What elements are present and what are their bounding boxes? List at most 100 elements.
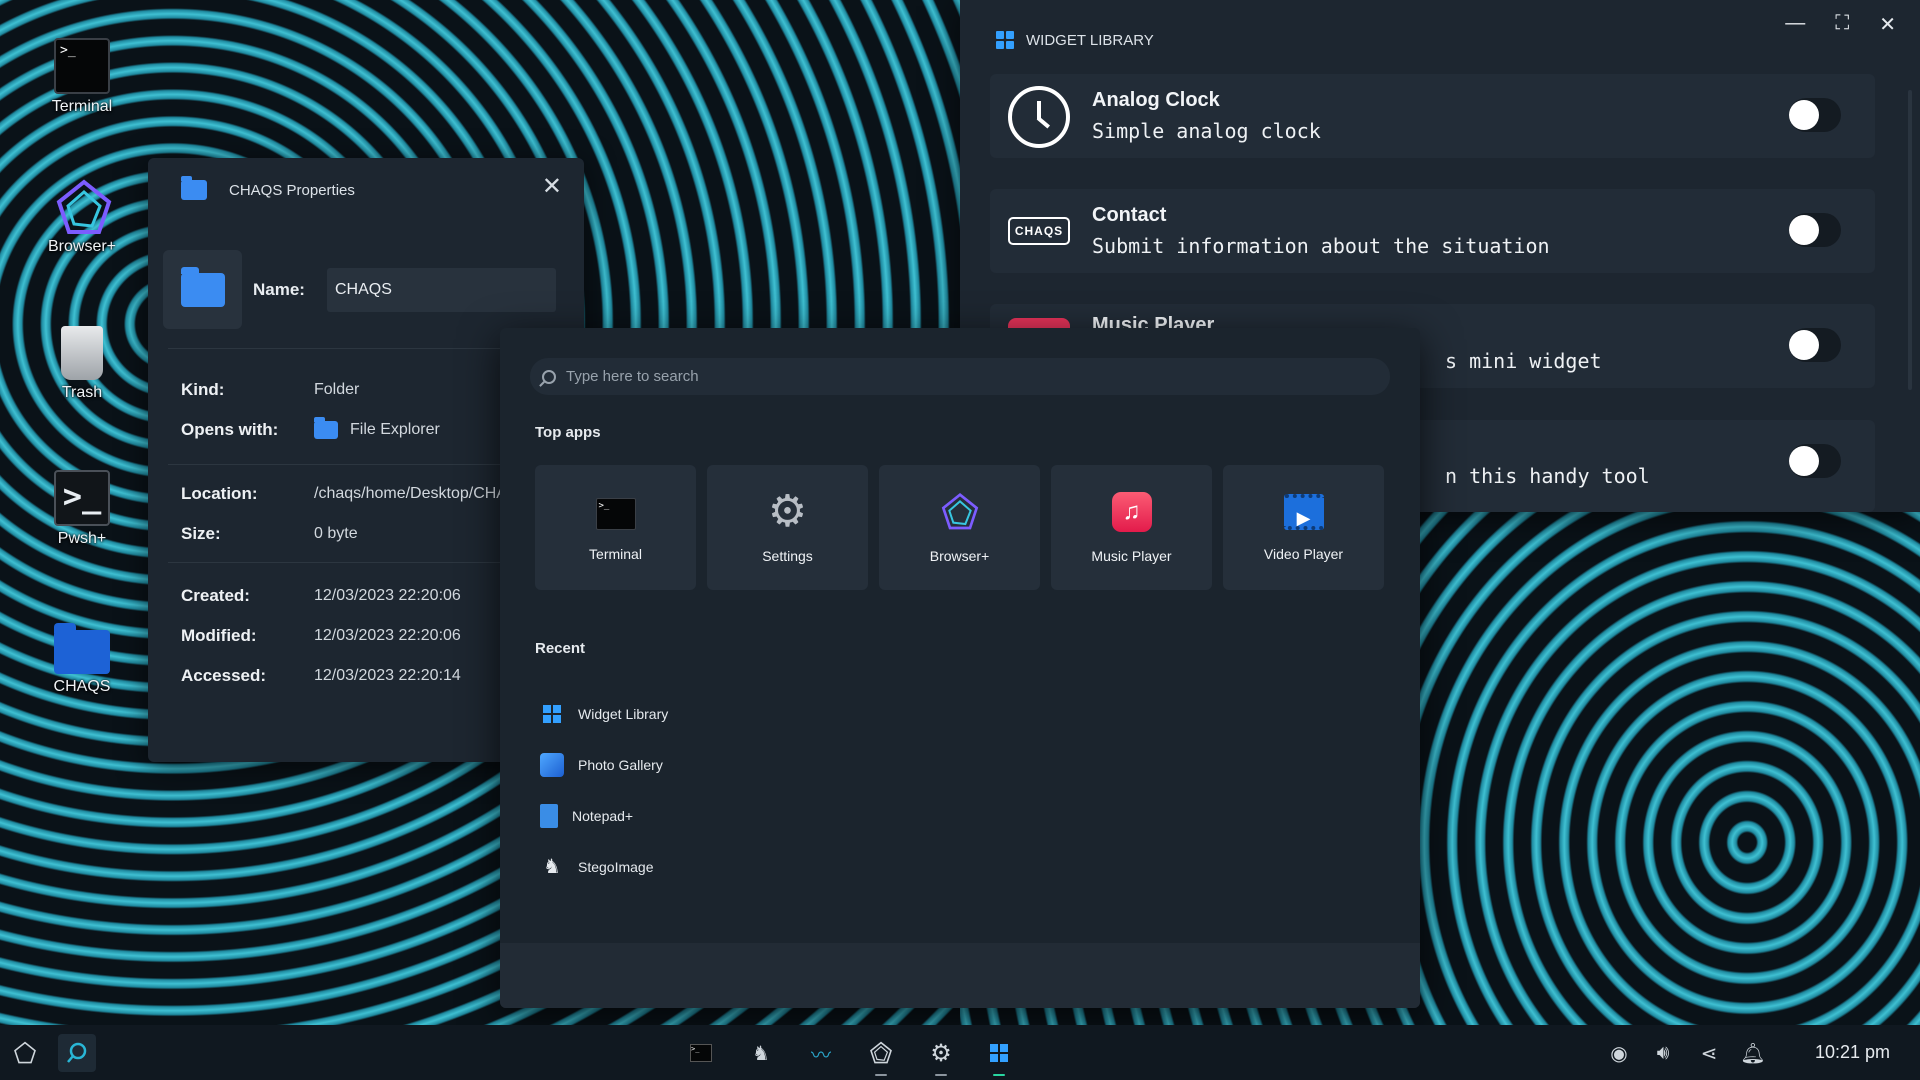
- desktop-icon-pwsh[interactable]: >_ Pwsh+: [30, 470, 134, 548]
- terminal-icon: >_: [54, 38, 110, 94]
- name-field[interactable]: [326, 267, 556, 312]
- widget-toggle[interactable]: [1789, 213, 1841, 247]
- taskbar-browser[interactable]: [862, 1034, 900, 1076]
- app-tile-music-player[interactable]: ♫ Music Player: [1051, 465, 1212, 590]
- active-indicator: [993, 1074, 1005, 1076]
- modified-label: Modified:: [181, 626, 257, 645]
- scrollbar[interactable]: [1908, 90, 1912, 390]
- photo-icon: 〰: [811, 1044, 831, 1067]
- taskbar-clock[interactable]: 10:21 pm: [1815, 1042, 1890, 1063]
- music-icon: ♫: [1111, 491, 1152, 532]
- recent-item-stegoimage[interactable]: ♞ StegoImage: [540, 841, 1380, 892]
- camera-icon: ◉: [1610, 1042, 1628, 1065]
- modified-value: 12/03/2023 22:20:06: [314, 627, 461, 644]
- browser-icon: [870, 1041, 892, 1064]
- taskbar-settings[interactable]: ⚙: [922, 1034, 960, 1076]
- search-icon: [67, 1042, 87, 1063]
- widget-toggle[interactable]: [1789, 444, 1841, 478]
- clock-icon: [1008, 86, 1070, 148]
- gear-icon: ⚙: [930, 1039, 952, 1067]
- widget-card-analog-clock: Analog Clock Simple analog clock: [990, 74, 1875, 158]
- kind-row: Kind: Folder: [181, 380, 359, 400]
- widget-library-titlebar: WIDGET LIBRARY: [996, 31, 1154, 49]
- browser-icon: [940, 492, 980, 532]
- widget-icon: [996, 31, 1014, 49]
- file-explorer-icon: [314, 417, 338, 439]
- bell-icon: 🔔︎: [1740, 1042, 1766, 1065]
- widget-card-contact: CHAQS Contact Submit information about t…: [990, 189, 1875, 273]
- taskbar-stegoimage[interactable]: ♞: [742, 1034, 780, 1072]
- folder-icon: [180, 266, 225, 307]
- app-tile-video-player[interactable]: ▶ Video Player: [1223, 465, 1384, 590]
- properties-titlebar: CHAQS Properties: [181, 176, 355, 200]
- photo-icon: [540, 752, 564, 777]
- recent-item-widget-library[interactable]: Widget Library: [540, 688, 1380, 739]
- volume-button[interactable]: 🔊︎: [1644, 1034, 1682, 1072]
- taskbar-widget-library[interactable]: [980, 1034, 1018, 1076]
- search-icon: [542, 369, 556, 384]
- app-label: Terminal: [589, 545, 642, 562]
- stego-icon: ♞: [752, 1042, 770, 1065]
- accessed-value: 12/03/2023 22:20:14: [314, 667, 461, 684]
- running-indicator: [875, 1074, 887, 1076]
- desktop-icon-browser[interactable]: Browser+: [30, 178, 134, 256]
- created-row: Created: 12/03/2023 22:20:06: [181, 586, 461, 606]
- widget-icon: [540, 702, 564, 726]
- share-button[interactable]: ⋖: [1690, 1034, 1728, 1072]
- location-label: Location:: [181, 484, 258, 503]
- folder-icon: [54, 623, 110, 674]
- app-label: Settings: [762, 547, 813, 564]
- opens-with-value: File Explorer: [314, 417, 440, 440]
- os-logo-icon: [14, 1041, 36, 1064]
- maximize-button[interactable]: ⛶: [1835, 12, 1849, 37]
- recent-item-label: Notepad+: [572, 807, 634, 824]
- location-value: /chaqs/home/Desktop/CHAQS: [314, 485, 531, 502]
- desktop-icon-label: Pwsh+: [57, 530, 107, 547]
- folder-icon: [181, 176, 207, 200]
- notifications-button[interactable]: 🔔︎: [1734, 1034, 1772, 1072]
- search-input[interactable]: [566, 368, 1346, 385]
- widget-toggle[interactable]: [1789, 328, 1841, 362]
- size-value: 0 byte: [314, 525, 358, 542]
- created-label: Created:: [181, 586, 250, 605]
- search-bar[interactable]: [530, 358, 1390, 395]
- start-menu-footer: [500, 943, 1420, 1008]
- size-row: Size: 0 byte: [181, 524, 358, 544]
- volume-icon: 🔊︎: [1656, 1041, 1670, 1064]
- start-menu: Top apps >_ Terminal ⚙ Settings Browser+…: [500, 328, 1420, 1008]
- app-tile-terminal[interactable]: >_ Terminal: [535, 465, 696, 590]
- folder-preview: [163, 250, 242, 329]
- top-apps-grid: >_ Terminal ⚙ Settings Browser+ ♫ Music …: [535, 465, 1384, 590]
- widget-toggle[interactable]: [1789, 98, 1841, 132]
- desktop-icon-label: Terminal: [51, 98, 113, 115]
- recent-item-label: Photo Gallery: [578, 756, 663, 773]
- share-icon: ⋖: [1700, 1042, 1718, 1065]
- recent-item-notepad[interactable]: Notepad+: [540, 790, 1380, 841]
- pwsh-icon: >_: [54, 470, 110, 526]
- camera-button[interactable]: ◉: [1600, 1034, 1638, 1072]
- taskbar-terminal[interactable]: >_: [682, 1034, 720, 1072]
- close-button[interactable]: ✕: [542, 172, 562, 201]
- taskbar: >_ ♞ 〰 ⚙ ◉ 🔊︎ ⋖ 🔔︎ 10:21 pm: [0, 1025, 1920, 1080]
- opens-with-row: Opens with: File Explorer: [181, 417, 440, 440]
- chaqs-logo-icon: CHAQS: [1008, 217, 1070, 245]
- search-button[interactable]: [58, 1034, 96, 1072]
- opens-with-app: File Explorer: [350, 421, 440, 438]
- close-button[interactable]: ✕: [1879, 12, 1896, 37]
- widget-description: Submit information about the situation: [1092, 234, 1550, 258]
- app-tile-browser[interactable]: Browser+: [879, 465, 1040, 590]
- desktop-icon-trash[interactable]: Trash: [30, 326, 134, 402]
- desktop-icon-chaqs[interactable]: CHAQS: [30, 620, 134, 696]
- accessed-label: Accessed:: [181, 666, 267, 685]
- app-tile-settings[interactable]: ⚙ Settings: [707, 465, 868, 590]
- desktop-icon-label: Trash: [61, 384, 103, 401]
- opens-with-label: Opens with:: [181, 420, 279, 439]
- recent-item-photo-gallery[interactable]: Photo Gallery: [540, 739, 1380, 790]
- taskbar-photo-gallery[interactable]: 〰: [802, 1034, 840, 1072]
- widget-description: Simple analog clock: [1092, 119, 1321, 143]
- minimize-button[interactable]: —: [1785, 12, 1805, 37]
- properties-header: Name:: [163, 250, 556, 329]
- widget-icon: [990, 1044, 1008, 1062]
- desktop-icon-terminal[interactable]: >_ Terminal: [30, 38, 134, 116]
- start-button[interactable]: [6, 1034, 44, 1072]
